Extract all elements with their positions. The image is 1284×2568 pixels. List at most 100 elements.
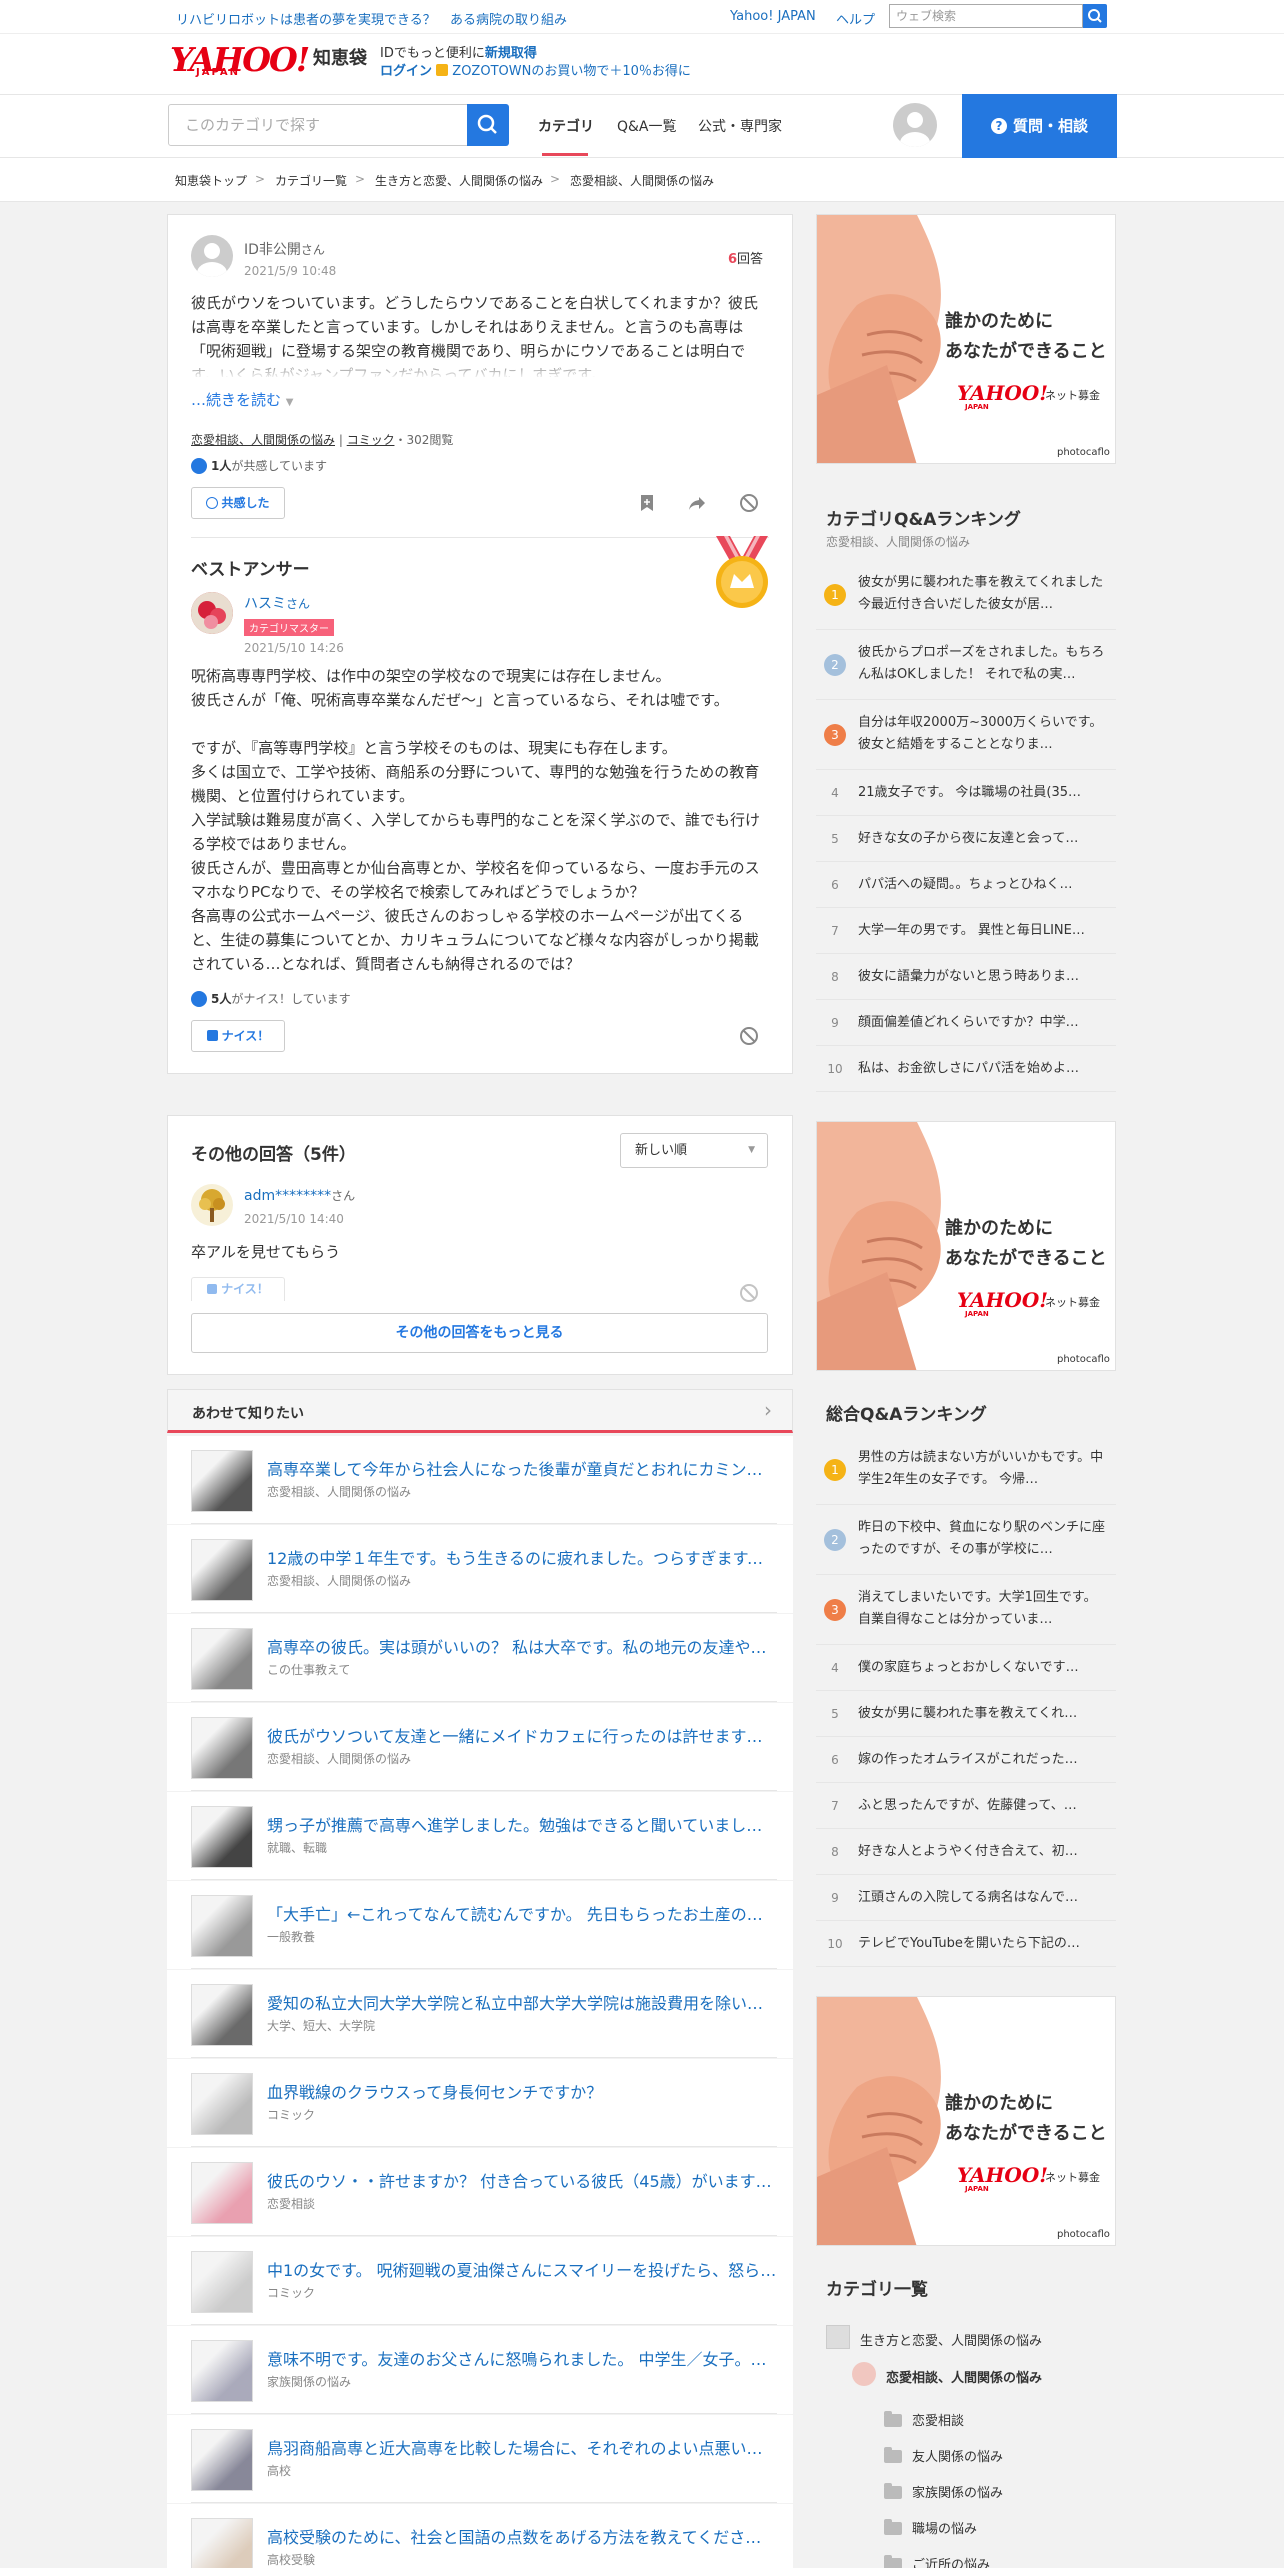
ranking-text[interactable]: パパ活への疑問。。ちょっとひねく…: [858, 874, 1108, 896]
web-search-button[interactable]: [1083, 4, 1107, 28]
ranking-text[interactable]: テレビでYouTubeを開いたら下記の…: [858, 1933, 1108, 1955]
ranking-text[interactable]: 昨日の下校中、貧血になり駅のベンチに座ったのですが、その事が学校に…: [858, 1517, 1108, 1561]
ranking-item[interactable]: 7 ふと思ったんですが、佐藤健って、…: [816, 1783, 1116, 1829]
related-title[interactable]: 血界戦線のクラウスって身長何センチですか？: [267, 2079, 777, 2103]
breadcrumb-love[interactable]: 恋愛相談、人間関係の悩み: [570, 172, 714, 189]
related-item[interactable]: 中1の女です。 呪術廻戦の夏油傑さんにスマイリーを投げたら、怒られ… コミック: [167, 2237, 793, 2325]
ranking-item[interactable]: 2 彼氏からプロポーズをされました。もちろん私はOKしました！ それで私の実…: [816, 630, 1116, 700]
tag-love[interactable]: 恋愛相談、人間関係の悩み: [191, 433, 335, 447]
answerer-name[interactable]: ハスミさん: [244, 593, 310, 613]
category-child[interactable]: ご近所の悩み: [912, 2554, 990, 2568]
related-title[interactable]: 鳥羽商船高専と近大高専を比較した場合に、それぞれのよい点悪い点を…: [267, 2435, 777, 2459]
related-title[interactable]: 中1の女です。 呪術廻戦の夏油傑さんにスマイリーを投げたら、怒られ…: [267, 2257, 777, 2281]
related-title[interactable]: 「大手亡」←これってなんて読むんですか。 先日もらったお土産の…: [267, 1901, 777, 1925]
related-title[interactable]: 彼氏のウソ・・許せますか？ 付き合っている彼氏（45歳）がいます…: [267, 2168, 777, 2192]
ranking-item[interactable]: 10 私は、お金欲しさにパパ活を始めよ…: [816, 1046, 1116, 1092]
ranking-item[interactable]: 4 21歳女子です。 今は職場の社員(35…: [816, 770, 1116, 816]
chiebukuro-logo[interactable]: 知恵袋: [313, 44, 367, 70]
related-title[interactable]: 高専卒の彼氏。実は頭がいいの？ 私は大卒です。私の地元の友達や…: [267, 1634, 777, 1658]
report-icon[interactable]: [739, 1026, 759, 1046]
report-icon[interactable]: [739, 493, 759, 513]
ranking-text[interactable]: 好きな女の子から夜に友達と会って…: [858, 828, 1108, 850]
related-item[interactable]: 愛知の私立大同大学大学院と私立中部大学大学院は施設費用を除いた… 大学、短大、大学…: [167, 1970, 793, 2058]
ad-banner[interactable]: 誰かのために あなたができること YAHOO! JAPAN ネット募金 phot…: [816, 214, 1116, 464]
category-child[interactable]: 恋愛相談: [912, 2410, 964, 2429]
related-title[interactable]: 高専卒業して今年から社会人になった後輩が童貞だとおれにカミングアウトしてきました…: [267, 1456, 777, 1480]
ranking-item[interactable]: 6 パパ活への疑問。。ちょっとひねく…: [816, 862, 1116, 908]
ranking-text[interactable]: 彼女が男に襲われた事を教えてくれました今最近付き合いだした彼女が居…: [858, 572, 1108, 616]
ranking-item[interactable]: 4 僕の家庭ちょっとおかしくないです…: [816, 1645, 1116, 1691]
related-item[interactable]: 高専卒業して今年から社会人になった後輩が童貞だとおれにカミングアウトしてきました…: [167, 1436, 793, 1524]
related-title[interactable]: 高校受験のために、社会と国語の点数をあげる方法を教えてください…: [267, 2524, 777, 2548]
register-link[interactable]: 新規取得: [485, 46, 537, 61]
ranking-text[interactable]: 彼女が男に襲われた事を教えてくれ…: [858, 1703, 1108, 1725]
ranking-text[interactable]: 顔面偏差値どれくらいですか？中学…: [858, 1012, 1108, 1034]
ranking-item[interactable]: 8 彼女に語彙力がないと思う時ありま…: [816, 954, 1116, 1000]
web-search-input[interactable]: ウェブ検索: [889, 4, 1083, 28]
related-item[interactable]: 彼氏のウソ・・許せますか？ 付き合っている彼氏（45歳）がいます… 恋愛相談: [167, 2148, 793, 2236]
category-search-button[interactable]: [467, 104, 509, 146]
share-icon[interactable]: [687, 493, 707, 513]
ranking-text[interactable]: ふと思ったんですが、佐藤健って、…: [858, 1795, 1108, 1817]
category-current[interactable]: 恋愛相談、人間関係の悩み: [886, 2367, 1042, 2386]
category-child[interactable]: 職場の悩み: [912, 2518, 977, 2537]
related-item[interactable]: 高専卒の彼氏。実は頭がいいの？ 私は大卒です。私の地元の友達や… この仕事教えて: [167, 1614, 793, 1702]
ranking-text[interactable]: 僕の家庭ちょっとおかしくないです…: [858, 1657, 1108, 1679]
related-item[interactable]: 甥っ子が推薦で高専へ進学しました。勉強はできると聞いていましたが… 就職、転職: [167, 1792, 793, 1880]
promo-link-2[interactable]: ある病院の取り組み: [450, 9, 567, 28]
ranking-text[interactable]: 嫁の作ったオムライスがこれだった…: [858, 1749, 1108, 1771]
login-link[interactable]: ログイン: [380, 64, 432, 79]
ranking-item[interactable]: 6 嫁の作ったオムライスがこれだった…: [816, 1737, 1116, 1783]
promo-link-1[interactable]: リハビリロボットは患者の夢を実現できる？: [176, 9, 436, 28]
related-item[interactable]: 血界戦線のクラウスって身長何センチですか？ コミック: [167, 2059, 793, 2147]
related-title[interactable]: 彼氏がウソついて友達と一緒にメイドカフェに行ったのは許せますか…: [267, 1723, 777, 1747]
related-title[interactable]: 意味不明です。友達のお父さんに怒鳴られました。 中学生／女子。…: [267, 2346, 777, 2370]
breadcrumb-life[interactable]: 生き方と恋愛、人間関係の悩み: [375, 172, 543, 189]
ranking-text[interactable]: 好きな人とようやく付き合えて、初…: [858, 1841, 1108, 1863]
other-nice-button[interactable]: ナイス！: [191, 1277, 285, 1301]
breadcrumb-category-list[interactable]: カテゴリ一覧: [275, 172, 347, 189]
ad-banner[interactable]: 誰かのために あなたができること YAHOO! JAPAN ネット募金 phot…: [816, 1121, 1116, 1371]
related-title[interactable]: 愛知の私立大同大学大学院と私立中部大学大学院は施設費用を除いた…: [267, 1990, 777, 2014]
related-item[interactable]: 意味不明です。友達のお父さんに怒鳴られました。 中学生／女子。… 家族関係の悩み: [167, 2326, 793, 2414]
ranking-text[interactable]: 私は、お金欲しさにパパ活を始めよ…: [858, 1058, 1108, 1080]
ranking-text[interactable]: 彼女に語彙力がないと思う時ありま…: [858, 966, 1108, 988]
ranking-item[interactable]: 9 江頭さんの入院してる病名はなんで…: [816, 1875, 1116, 1921]
ad-banner[interactable]: 誰かのために あなたができること YAHOO! JAPAN ネット募金 phot…: [816, 1996, 1116, 2246]
tab-category[interactable]: カテゴリ: [538, 116, 594, 136]
ranking-item[interactable]: 7 大学一年の男です。 異性と毎日LINE…: [816, 908, 1116, 954]
category-child[interactable]: 友人関係の悩み: [912, 2446, 1003, 2465]
related-item[interactable]: 彼氏がウソついて友達と一緒にメイドカフェに行ったのは許せますか… 恋愛相談、人間関…: [167, 1703, 793, 1791]
ranking-item[interactable]: 3 消えてしまいたいです。大学1回生です。 自業自得なことは分かっていま…: [816, 1575, 1116, 1645]
ranking-item[interactable]: 10 テレビでYouTubeを開いたら下記の…: [816, 1921, 1116, 1967]
bookmark-icon[interactable]: [637, 493, 657, 513]
report-icon[interactable]: [739, 1283, 759, 1303]
ranking-item[interactable]: 2 昨日の下校中、貧血になり駅のベンチに座ったのですが、その事が学校に…: [816, 1505, 1116, 1575]
breadcrumb-top[interactable]: 知恵袋トップ: [175, 172, 247, 189]
user-avatar[interactable]: [893, 103, 937, 147]
empathy-button[interactable]: 共感した: [191, 487, 285, 519]
sort-select[interactable]: 新しい順 ▼: [620, 1133, 768, 1168]
zozo-link[interactable]: ZOZOTOWNのお買い物で＋10％お得に: [452, 64, 691, 79]
nice-button[interactable]: ナイス！: [191, 1020, 285, 1052]
ranking-item[interactable]: 5 彼女が男に襲われた事を教えてくれ…: [816, 1691, 1116, 1737]
category-parent[interactable]: 生き方と恋愛、人間関係の悩み: [860, 2330, 1042, 2349]
tab-qa-list[interactable]: Q&A一覧: [617, 116, 677, 136]
ranking-item[interactable]: 8 好きな人とようやく付き合えて、初…: [816, 1829, 1116, 1875]
related-item[interactable]: 鳥羽商船高専と近大高専を比較した場合に、それぞれのよい点悪い点を… 高校: [167, 2415, 793, 2503]
related-item[interactable]: 12歳の中学１年生です。もう生きるのに疲れました。つらすぎます。最近… 恋愛相談、…: [167, 1525, 793, 1613]
help-link[interactable]: ヘルプ: [836, 9, 875, 28]
category-child[interactable]: 家族関係の悩み: [912, 2482, 1003, 2501]
ranking-text[interactable]: 自分は年収2000万~3000万くらいです。彼女と結婚をすることとなりま…: [858, 712, 1108, 756]
ranking-item[interactable]: 5 好きな女の子から夜に友達と会って…: [816, 816, 1116, 862]
related-item[interactable]: 高校受験のために、社会と国語の点数をあげる方法を教えてください… 高校受験: [167, 2504, 793, 2568]
ranking-text[interactable]: 男性の方は読まない方がいいかもです。中学生2年生の女子です。 今帰…: [858, 1447, 1108, 1491]
other-answerer-name[interactable]: adm********さん: [244, 1187, 355, 1204]
ranking-text[interactable]: 21歳女子です。 今は職場の社員(35…: [858, 782, 1108, 804]
related-header[interactable]: あわせて知りたい ›: [167, 1389, 793, 1433]
ranking-text[interactable]: 江頭さんの入院してる病名はなんで…: [858, 1887, 1108, 1909]
read-more-link[interactable]: …続きを読む ▼: [191, 389, 294, 410]
yahoo-japan-link[interactable]: Yahoo! JAPAN: [730, 9, 816, 24]
ranking-text[interactable]: 大学一年の男です。 異性と毎日LINE…: [858, 920, 1108, 942]
more-answers-button[interactable]: その他の回答をもっと見る: [191, 1313, 768, 1353]
